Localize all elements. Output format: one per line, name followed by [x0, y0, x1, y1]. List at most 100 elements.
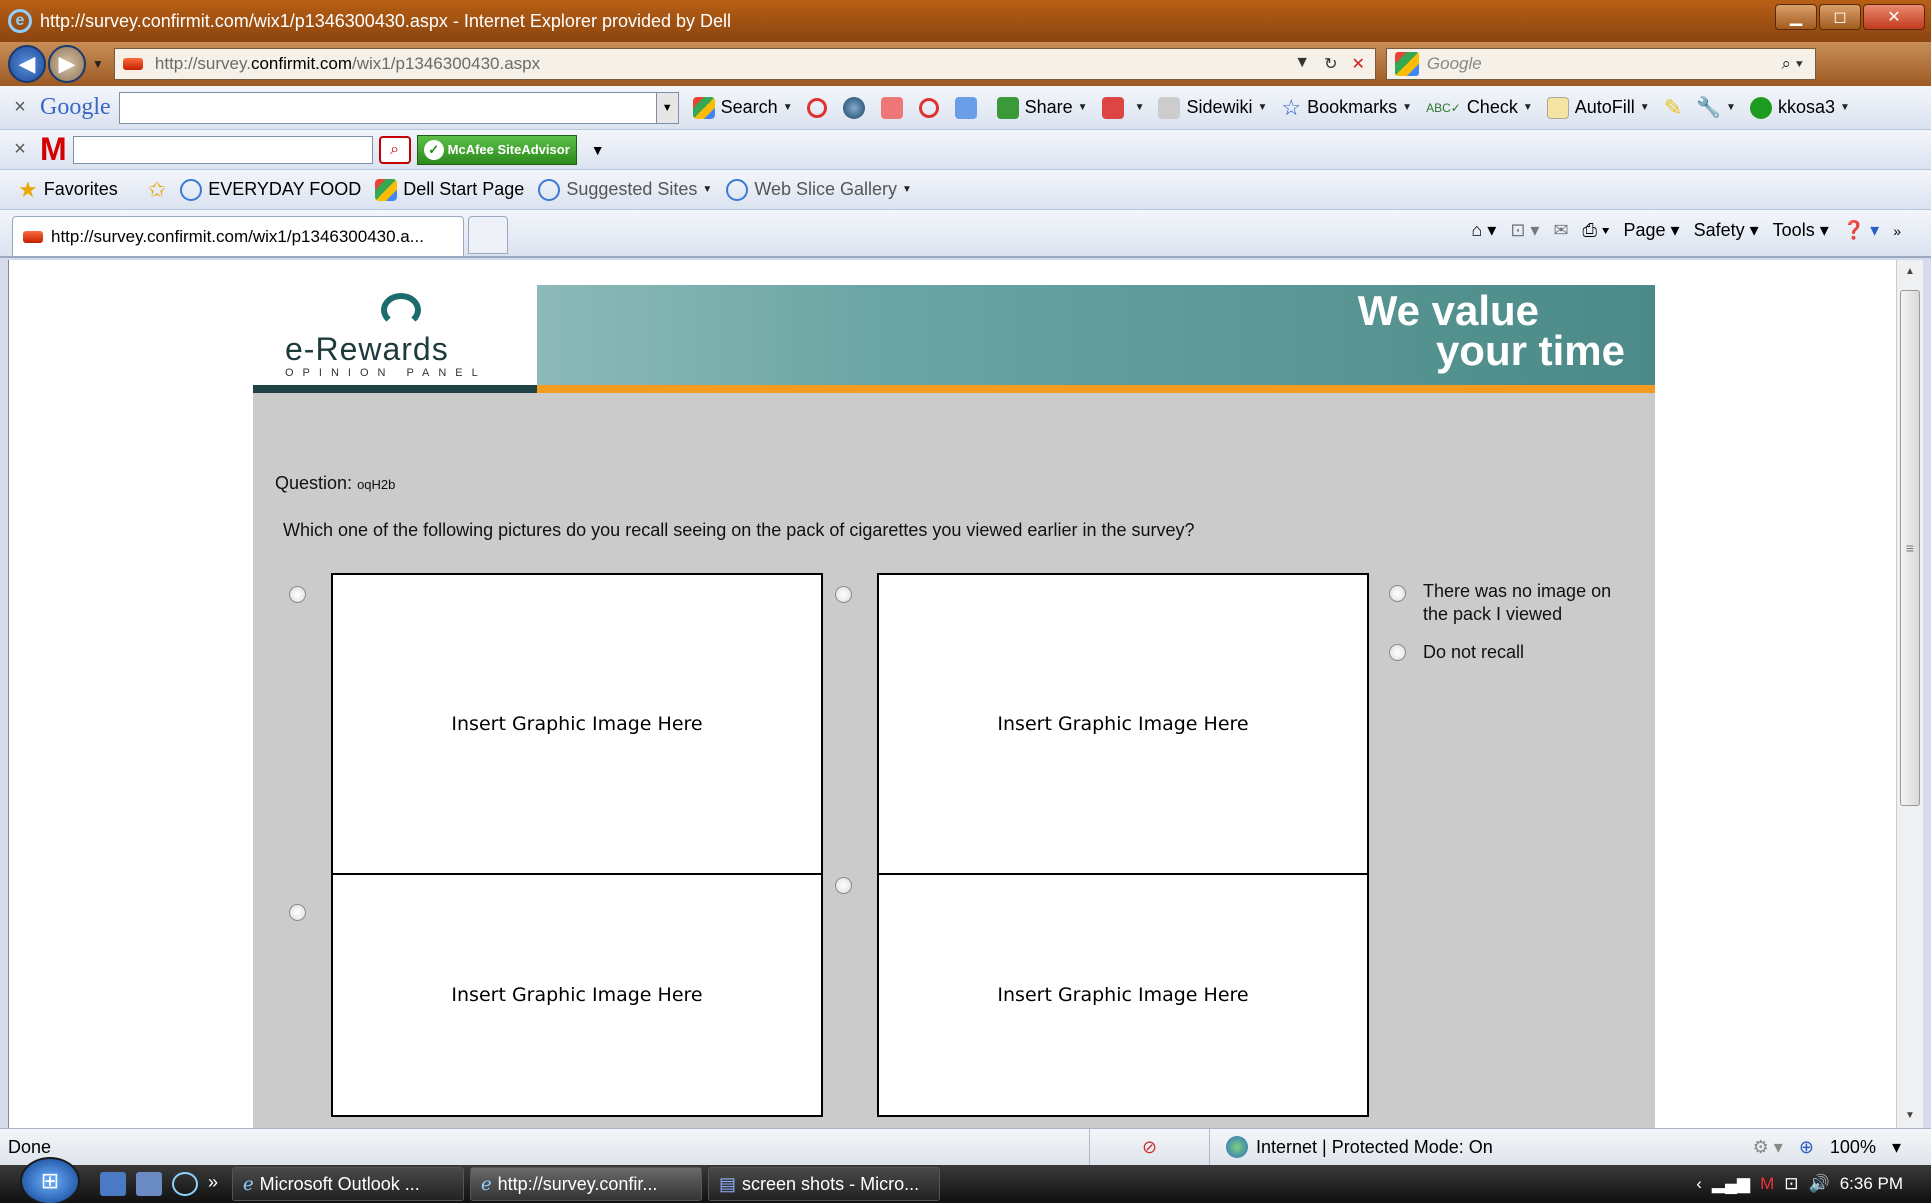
mcafee-tray-icon[interactable]: M — [1760, 1174, 1774, 1194]
siteadvisor-button[interactable]: ✓ McAfee SiteAdvisor — [416, 134, 577, 165]
zoom-level: 100% — [1829, 1136, 1876, 1157]
url-input[interactable]: http://survey. confirmit.com/wix1/p134630… — [113, 48, 1376, 80]
browser-search-box[interactable]: Google ⌕ ▾ — [1385, 48, 1816, 80]
help-icon[interactable]: ❓ ▾ — [1843, 220, 1879, 241]
magnifier-icon[interactable]: ⌕ ▾ — [1782, 54, 1803, 74]
wrench-button[interactable]: 🔧 ▼ — [1696, 95, 1736, 120]
mcafee-search-button[interactable]: ⌕ — [378, 135, 411, 164]
refresh-icon[interactable]: ↻ — [1324, 54, 1337, 74]
radio-image-1[interactable] — [289, 586, 306, 603]
share-button[interactable]: Share ▼ — [996, 96, 1088, 119]
vertical-scrollbar[interactable]: ▲ ≡ ▼ — [1896, 260, 1923, 1128]
google-search-icon — [1394, 52, 1419, 76]
safety-menu[interactable]: Safety ▾ — [1694, 220, 1759, 241]
radio-image-3[interactable] — [289, 904, 306, 921]
toolbar-icons-group[interactable] — [806, 96, 983, 119]
account-button[interactable]: kkosa3 ▼ — [1749, 96, 1850, 119]
history-dropdown-icon[interactable]: ▼ — [92, 57, 104, 71]
wrench-icon: 🔧 — [1696, 97, 1722, 119]
ie-quicklaunch-icon[interactable] — [172, 1172, 198, 1196]
image-option-3[interactable]: Insert Graphic Image Here — [331, 873, 823, 1117]
network-icon[interactable]: ⊡ — [1784, 1174, 1798, 1194]
minimize-button[interactable]: ▁ — [1775, 4, 1817, 30]
tray-expand-icon[interactable]: ‹ — [1696, 1174, 1702, 1194]
spellcheck-button[interactable]: ABC✓ Check ▼ — [1426, 97, 1533, 118]
privacy-icon[interactable]: ⊘ — [1090, 1129, 1210, 1165]
add-favorite-button[interactable]: ✩ — [148, 177, 166, 203]
radio-image-2[interactable] — [835, 586, 852, 603]
security-zone[interactable]: Internet | Protected Mode: On — [1210, 1129, 1610, 1165]
translate-button[interactable]: ▼ — [1101, 96, 1144, 119]
tab-row: http://survey.confirmit.com/wix1/p134630… — [0, 210, 1931, 258]
favorites-button[interactable]: ★ Favorites — [18, 177, 118, 203]
close-mcafee-toolbar-icon[interactable]: × — [0, 138, 40, 161]
image-option-1[interactable]: Insert Graphic Image Here — [331, 573, 823, 875]
tab-title: http://survey.confirmit.com/wix1/p134630… — [51, 226, 424, 246]
stop-icon[interactable]: ✕ — [1351, 54, 1364, 74]
show-desktop-icon[interactable] — [100, 1172, 126, 1196]
ie-icon: ℯ — [481, 1173, 492, 1194]
mail-icon[interactable]: ✉ — [1553, 220, 1568, 241]
image-option-2[interactable]: Insert Graphic Image Here — [877, 573, 1369, 875]
chevron-expand-icon[interactable]: » — [208, 1172, 218, 1196]
highlighter-button[interactable]: ✎ — [1664, 95, 1682, 121]
scroll-down-icon[interactable]: ▼ — [1897, 1104, 1923, 1128]
radio-image-4[interactable] — [835, 877, 852, 894]
url-prefix: http://survey. — [154, 54, 251, 73]
fav-link-web-slice[interactable]: Web Slice Gallery ▼ — [726, 178, 912, 201]
mcafee-search-input[interactable] — [72, 135, 373, 164]
google-search-input[interactable]: ▼ — [118, 91, 679, 124]
question-label: Question: — [275, 473, 353, 493]
share-label: Share — [1024, 97, 1073, 117]
task-survey[interactable]: ℯ http://survey.confir... — [470, 1167, 703, 1201]
print-icon[interactable]: ⎙ ▾ — [1583, 220, 1610, 241]
fav-link-everyday-food[interactable]: EVERYDAY FOOD — [180, 178, 361, 201]
close-toolbar-icon[interactable]: × — [0, 96, 40, 119]
tab-active[interactable]: http://survey.confirmit.com/wix1/p134630… — [12, 216, 464, 256]
radio-no-image[interactable] — [1389, 585, 1406, 602]
siteadvisor-dropdown-icon[interactable]: ▼ — [591, 142, 605, 158]
home-icon[interactable]: ⌂ ▾ — [1471, 220, 1496, 241]
url-dropdown-icon[interactable]: ▼ — [1294, 54, 1310, 74]
task-outlook[interactable]: ℯ Microsoft Outlook ... — [232, 1167, 465, 1201]
task-word[interactable]: ▤ screen shots - Micro... — [708, 1167, 941, 1201]
radio-do-not-recall[interactable] — [1389, 644, 1406, 661]
ie-icon: ℯ — [243, 1173, 254, 1194]
new-tab-button[interactable] — [468, 216, 508, 254]
fav-link-suggested-sites[interactable]: Suggested Sites ▼ — [538, 178, 712, 201]
autofill-button[interactable]: AutoFill ▼ — [1546, 96, 1650, 119]
maximize-button[interactable]: ◻ — [1819, 4, 1861, 30]
search-icon: ⌕ — [390, 140, 400, 158]
back-button[interactable]: ◀ — [8, 45, 46, 83]
volume-icon[interactable]: 🔊 — [1809, 1174, 1830, 1194]
google-search-button[interactable]: Search ▼ — [692, 96, 793, 119]
system-tray: ‹ ▂▄▆ M ⊡ 🔊 6:36 PM — [1696, 1174, 1931, 1194]
feeds-icon[interactable]: ⊡ ▾ — [1510, 220, 1539, 241]
sidewiki-button[interactable]: Sidewiki ▼ — [1158, 96, 1267, 119]
clock[interactable]: 6:36 PM — [1840, 1174, 1903, 1194]
fav-link-dell-start[interactable]: Dell Start Page — [375, 178, 525, 201]
chevron-more-icon[interactable]: » — [1893, 223, 1901, 239]
start-button[interactable]: ⊞ — [20, 1157, 80, 1203]
fav-link-label: Dell Start Page — [403, 179, 525, 199]
scrollbar-thumb[interactable]: ≡ — [1900, 290, 1920, 806]
url-domain: confirmit.com — [250, 54, 353, 73]
zoom-dropdown-icon[interactable]: ▾ — [1892, 1137, 1901, 1158]
page-viewport: e-Rewards OPINION PANEL We value your ti… — [8, 260, 1896, 1128]
protected-mode-icon[interactable]: ⚙ ▾ — [1753, 1137, 1783, 1158]
bookmarks-button[interactable]: ☆ Bookmarks ▼ — [1281, 95, 1412, 121]
page-menu[interactable]: Page ▾ — [1624, 220, 1680, 241]
forward-button[interactable]: ▶ — [48, 45, 86, 83]
spiral-icon — [806, 97, 827, 118]
status-text: Done — [0, 1129, 1090, 1165]
scroll-up-icon[interactable]: ▲ — [1897, 260, 1923, 284]
close-button[interactable]: ✕ — [1863, 4, 1925, 30]
tools-menu[interactable]: Tools ▾ — [1773, 220, 1829, 241]
zoom-control[interactable]: ⚙ ▾ ⊕ 100% ▾ — [1753, 1137, 1931, 1158]
google-search-dropdown-icon[interactable]: ▼ — [655, 92, 678, 123]
google-logo: Google — [40, 94, 111, 120]
signal-icon[interactable]: ▂▄▆ — [1712, 1174, 1750, 1194]
mcafee-toolbar: × M ⌕ ✓ McAfee SiteAdvisor ▼ — [0, 130, 1931, 170]
image-option-4[interactable]: Insert Graphic Image Here — [877, 873, 1369, 1117]
switch-windows-icon[interactable] — [136, 1172, 162, 1196]
